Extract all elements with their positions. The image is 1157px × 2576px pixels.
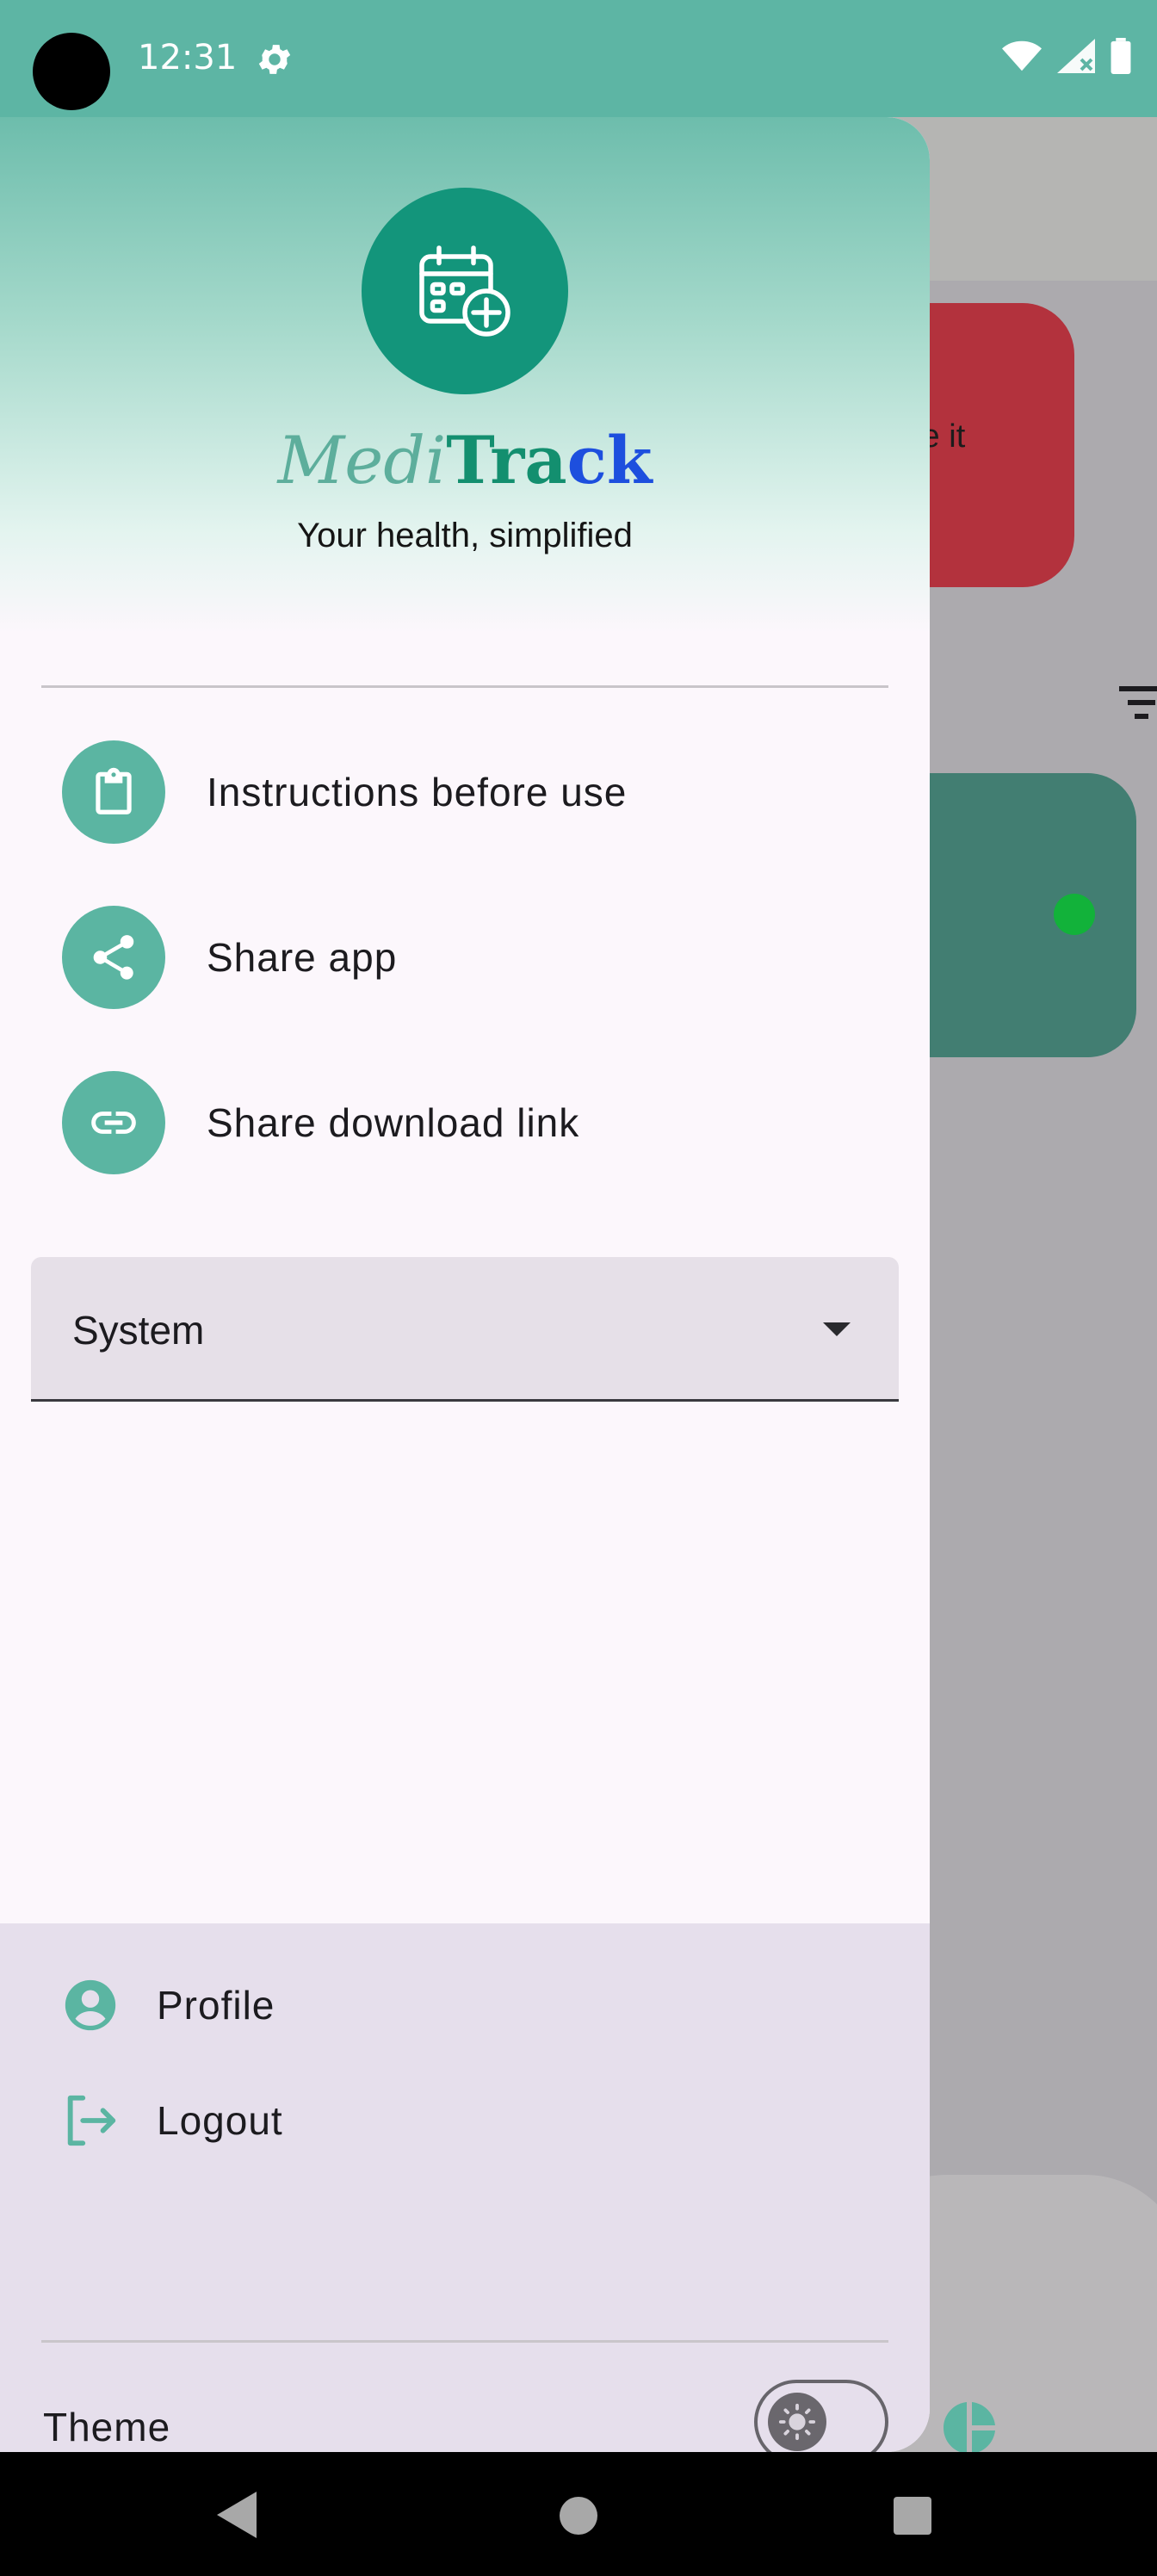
- pie-chart-icon: [944, 2402, 995, 2454]
- camera-cutout: [33, 33, 110, 110]
- theme-mode-dropdown[interactable]: System: [31, 1257, 899, 1402]
- theme-label: Theme: [43, 2405, 171, 2449]
- chevron-down-icon: [823, 1322, 851, 1336]
- menu-item-label: Share app: [207, 935, 398, 980]
- logout-icon: [67, 2095, 116, 2146]
- theme-toggle-switch[interactable]: [754, 2380, 888, 2452]
- status-dot: [1054, 894, 1095, 935]
- menu-item-label: Share download link: [207, 1100, 580, 1145]
- logout-button[interactable]: Logout: [60, 2082, 283, 2159]
- sun-icon: [778, 2403, 816, 2441]
- app-brand-name: MediTrack: [0, 422, 930, 500]
- home-icon[interactable]: [560, 2497, 597, 2535]
- cell-signal-icon: [1057, 39, 1095, 73]
- back-icon[interactable]: [217, 2492, 257, 2538]
- brand-medi: Medi: [277, 422, 447, 498]
- profile-button[interactable]: Profile: [60, 1966, 275, 2044]
- menu-item-share-link[interactable]: Share download link: [62, 1071, 888, 1174]
- status-time: 12:31: [138, 38, 238, 77]
- account-circle-icon: [65, 1979, 116, 2031]
- recent-apps-icon[interactable]: [894, 2497, 931, 2535]
- status-bar: 12:31: [0, 0, 1157, 117]
- settings-gear-icon: [258, 45, 291, 74]
- navigation-drawer: MediTrack Your health, simplified Instru…: [0, 117, 930, 2452]
- battery-icon: [1111, 38, 1131, 74]
- wifi-icon: [1002, 40, 1042, 71]
- filter-icon: [1119, 686, 1157, 719]
- footer-divider: [41, 2340, 888, 2343]
- dropdown-value: System: [72, 1308, 205, 1353]
- app-logo: [362, 188, 568, 394]
- profile-label: Profile: [157, 1983, 275, 2028]
- logout-label: Logout: [157, 2098, 283, 2143]
- status-icons: [1002, 38, 1131, 74]
- drawer-header: MediTrack Your health, simplified: [0, 117, 930, 634]
- app-tagline: Your health, simplified: [297, 517, 633, 554]
- calendar-plus-icon: [419, 245, 510, 337]
- clipboard-icon: [62, 740, 165, 844]
- menu-item-label: Instructions before use: [207, 770, 628, 814]
- system-navigation-bar: [0, 2452, 1157, 2576]
- drawer-footer: Profile Logout Theme: [0, 1923, 930, 2452]
- share-icon: [62, 906, 165, 1009]
- link-icon: [62, 1071, 165, 1174]
- brand-tra: Tra: [446, 422, 567, 498]
- header-divider: [41, 685, 888, 688]
- brand-ck: ck: [566, 422, 653, 498]
- menu-item-instructions[interactable]: Instructions before use: [62, 740, 888, 844]
- menu-item-share-app[interactable]: Share app: [62, 906, 888, 1009]
- toggle-knob: [768, 2393, 826, 2451]
